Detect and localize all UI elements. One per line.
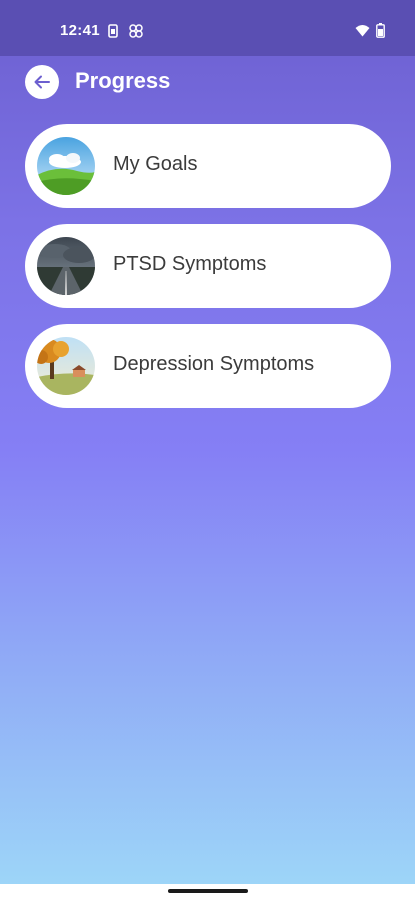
back-button[interactable] [25, 65, 59, 99]
arrow-left-icon [33, 73, 51, 91]
home-gesture-handle[interactable] [168, 889, 248, 893]
card-label: Depression Symptoms [113, 353, 315, 375]
autumn-tree-landscape-image [37, 337, 95, 395]
app-header: Progress [0, 56, 415, 112]
stormy-road-image [37, 237, 95, 295]
wifi-icon [355, 24, 370, 42]
green-hills-sky-image [37, 137, 95, 195]
status-time: 12:41 [60, 22, 100, 39]
my-goals-card[interactable]: My Goals [25, 124, 391, 208]
sim-card-icon [108, 24, 118, 43]
page-title: Progress [75, 68, 171, 93]
battery-icon [376, 23, 385, 43]
card-label: My Goals [113, 153, 198, 175]
card-label: PTSD Symptoms [113, 253, 267, 275]
depression-symptoms-card[interactable]: Depression Symptoms [25, 324, 391, 408]
ptsd-symptoms-card[interactable]: PTSD Symptoms [25, 224, 391, 308]
pinwheel-icon [128, 24, 144, 43]
progress-list: My Goals PTSD Symptoms Depression Sympto… [25, 124, 391, 424]
progress-screen: 12:41 Progress My Goals PTSD Symptoms De… [0, 0, 415, 900]
status-bar: 12:41 [0, 0, 415, 56]
